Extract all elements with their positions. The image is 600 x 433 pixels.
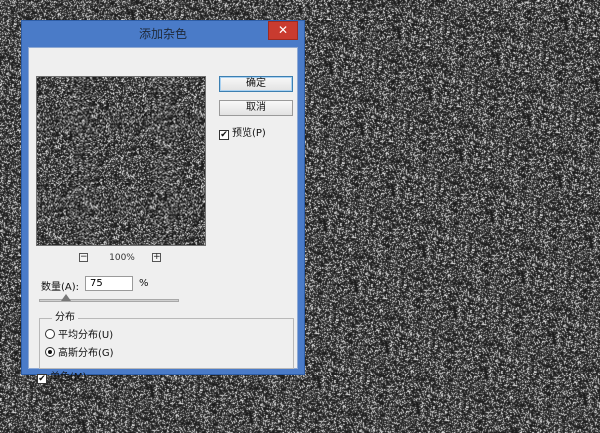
preview-checkbox-row[interactable]: ✔ 预览(P) bbox=[219, 128, 266, 140]
uniform-radio[interactable] bbox=[45, 329, 55, 339]
preview-checkbox[interactable]: ✔ bbox=[219, 130, 229, 140]
zoom-level: 100% bbox=[109, 253, 135, 263]
amount-input[interactable] bbox=[85, 276, 133, 291]
monochrome-label: 单色(M) bbox=[50, 372, 87, 383]
gaussian-label: 高斯分布(G) bbox=[58, 348, 114, 359]
close-icon: ✕ bbox=[277, 23, 289, 37]
distribution-title: 分布 bbox=[52, 312, 78, 324]
zoom-in-button[interactable]: + bbox=[152, 253, 161, 262]
monochrome-checkbox-row[interactable]: ✔ 单色(M) bbox=[37, 372, 86, 384]
checkmark-icon: ✔ bbox=[38, 374, 46, 384]
dialog-client: − 100% + 确定 取消 ✔ 预览(P) 数量(A): % 分布 平均分布(U… bbox=[28, 47, 298, 384]
amount-slider-thumb[interactable] bbox=[60, 294, 71, 301]
zoom-out-button[interactable]: − bbox=[79, 253, 88, 262]
gaussian-option[interactable]: 高斯分布(G) bbox=[45, 347, 114, 360]
ok-button[interactable]: 确定 bbox=[219, 76, 293, 92]
amount-unit: % bbox=[139, 278, 149, 289]
preview-checkbox-label: 预览(P) bbox=[232, 128, 266, 139]
cancel-button[interactable]: 取消 bbox=[219, 100, 293, 116]
dialog-title: 添加杂色 bbox=[138, 27, 187, 41]
amount-label: 数量(A): bbox=[41, 282, 80, 293]
distribution-group: 分布 平均分布(U) 高斯分布(G) bbox=[39, 312, 294, 369]
checkmark-icon: ✔ bbox=[220, 130, 228, 140]
uniform-option[interactable]: 平均分布(U) bbox=[45, 329, 113, 342]
uniform-label: 平均分布(U) bbox=[58, 330, 114, 341]
close-button[interactable]: ✕ bbox=[268, 21, 298, 40]
preview-image[interactable] bbox=[36, 76, 206, 246]
zoom-controls: − 100% + bbox=[36, 252, 206, 266]
add-noise-dialog: 添加杂色 ✕ − 100% + 确定 取消 ✔ 预览(P) 数量(A): % 分布… bbox=[21, 20, 305, 384]
monochrome-checkbox[interactable]: ✔ bbox=[37, 374, 47, 384]
gaussian-radio[interactable] bbox=[45, 347, 55, 357]
